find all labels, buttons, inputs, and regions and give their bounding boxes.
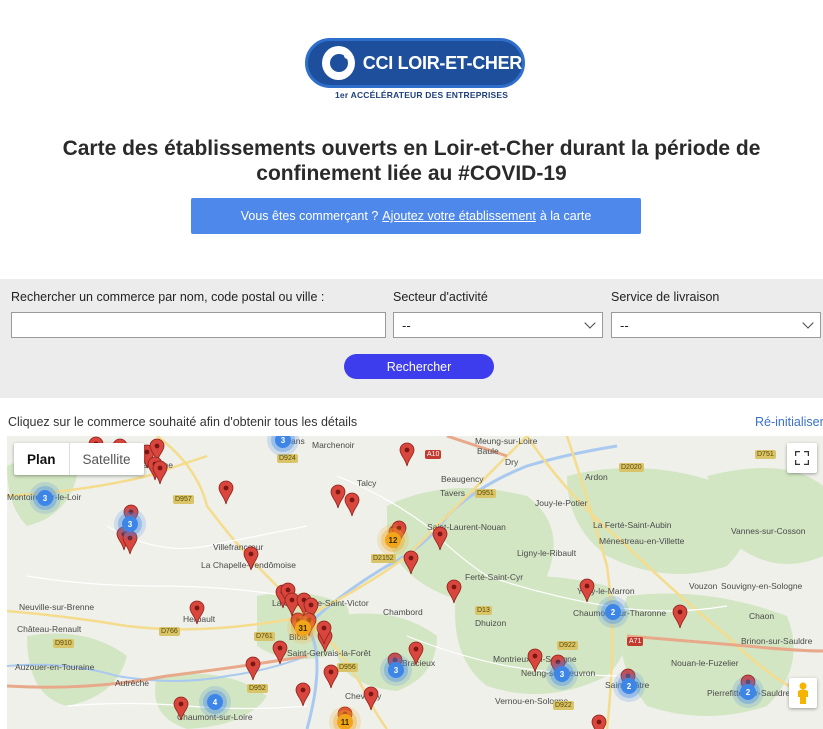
cluster-count: 3: [128, 520, 133, 529]
business-pin[interactable]: [344, 492, 360, 517]
cluster-count: 2: [611, 608, 616, 617]
fullscreen-button[interactable]: [787, 443, 817, 473]
add-business-link[interactable]: Ajoutez votre établissement: [382, 209, 536, 223]
marker-cluster[interactable]: 3: [114, 508, 146, 540]
business-pin[interactable]: [218, 480, 234, 505]
business-pin[interactable]: [173, 696, 189, 721]
map-type-satellite[interactable]: Satellite: [70, 443, 144, 475]
marker-cluster[interactable]: 3: [29, 482, 61, 514]
business-pin[interactable]: [399, 442, 415, 467]
delivery-selected-value: --: [620, 317, 629, 333]
business-pin[interactable]: [403, 550, 419, 575]
business-pin[interactable]: [363, 686, 379, 711]
query-label: Rechercher un commerce par nom, code pos…: [11, 290, 325, 304]
marker-cluster[interactable]: 31: [287, 612, 319, 644]
business-pin[interactable]: [330, 484, 346, 509]
logo-pill: CCI LOIR-ET-CHER: [305, 38, 525, 88]
cluster-count: 12: [389, 536, 398, 545]
chevron-down-icon: [802, 317, 814, 329]
marker-cluster[interactable]: 12: [377, 524, 409, 556]
banner-suffix: à la carte: [539, 209, 592, 223]
business-pin[interactable]: [323, 664, 339, 689]
delivery-select[interactable]: --: [611, 312, 821, 338]
business-pin[interactable]: [295, 682, 311, 707]
map-type-control: Plan Satellite: [14, 443, 144, 475]
map-type-plan[interactable]: Plan: [14, 443, 70, 475]
cci-emblem-icon: [322, 46, 355, 80]
map-instructions: Cliquez sur le commerce souhaité afin d'…: [8, 415, 358, 429]
cluster-count: 2: [746, 688, 751, 697]
add-business-banner: Vous êtes commerçant ? Ajoutez votre éta…: [191, 198, 641, 234]
business-pin[interactable]: [579, 578, 595, 603]
sector-selected-value: --: [402, 317, 411, 333]
cluster-count: 4: [213, 698, 218, 707]
cluster-count: 3: [560, 670, 565, 679]
search-button[interactable]: Rechercher: [344, 354, 494, 379]
cluster-count: 31: [299, 624, 308, 633]
business-pin[interactable]: [243, 546, 259, 571]
business-pin[interactable]: [152, 460, 168, 485]
logo-tagline: 1er ACCÉLÉRATEUR DES ENTREPRISES: [335, 90, 509, 100]
business-pin[interactable]: [245, 656, 261, 681]
cci-logo: CCI LOIR-ET-CHER 1er ACCÉLÉRATEUR DES EN…: [305, 38, 527, 102]
marker-cluster[interactable]: 3: [380, 654, 412, 686]
pegman-icon: [798, 682, 808, 704]
reset-link[interactable]: Ré-initialiser: [755, 415, 823, 429]
marker-cluster[interactable]: 3: [267, 436, 299, 456]
banner-prefix: Vous êtes commerçant ?: [240, 209, 379, 223]
marker-cluster[interactable]: 11: [329, 706, 361, 729]
street-view-button[interactable]: [789, 678, 817, 708]
cluster-count: 3: [281, 436, 286, 445]
business-pin[interactable]: [591, 714, 607, 729]
sector-label: Secteur d'activité: [393, 290, 488, 304]
marker-layer: 333123123 322411: [29, 436, 764, 729]
business-pin[interactable]: [284, 592, 300, 617]
business-pin[interactable]: [432, 526, 448, 551]
cluster-count: 3: [43, 494, 48, 503]
search-input[interactable]: [11, 312, 386, 338]
sector-select[interactable]: --: [393, 312, 603, 338]
cluster-count: 2: [627, 682, 632, 691]
marker-cluster[interactable]: 3: [546, 658, 578, 690]
fullscreen-icon: [795, 451, 809, 465]
delivery-label: Service de livraison: [611, 290, 720, 304]
map-canvas[interactable]: MarchenoirMeung-sur-LoireBauleDryMontoir…: [7, 436, 823, 729]
marker-cluster[interactable]: 2: [597, 596, 629, 628]
business-pin[interactable]: [527, 648, 543, 673]
marker-cluster[interactable]: 4: [199, 686, 231, 718]
logo-text: CCI LOIR-ET-CHER: [362, 52, 523, 73]
chevron-down-icon: [584, 317, 596, 329]
marker-cluster[interactable]: 2: [732, 676, 764, 708]
business-pin[interactable]: [672, 604, 688, 629]
business-pin[interactable]: [189, 600, 205, 625]
page-title: Carte des établissements ouverts en Loir…: [62, 137, 761, 185]
cluster-count: 3: [394, 666, 399, 675]
marker-cluster[interactable]: 2: [613, 670, 645, 702]
business-pin[interactable]: [272, 640, 288, 665]
cluster-count: 11: [341, 718, 350, 727]
business-pin[interactable]: [408, 641, 424, 666]
business-pin[interactable]: [446, 579, 462, 604]
